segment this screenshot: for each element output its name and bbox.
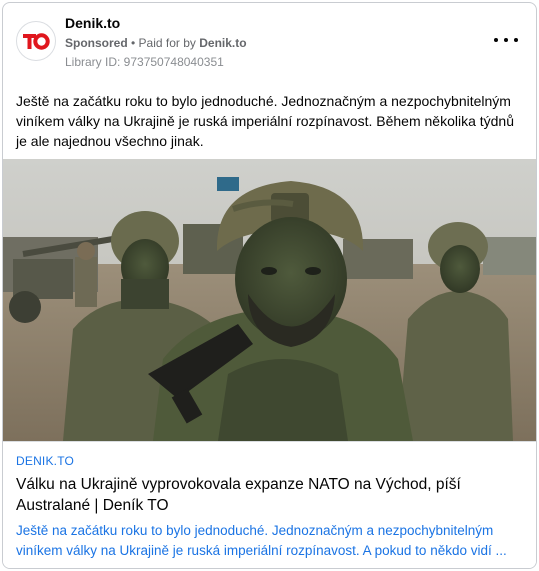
more-horizontal-icon xyxy=(494,38,498,42)
sponsored-line: Sponsored • Paid for by Denik.to xyxy=(65,36,247,50)
page-avatar[interactable] xyxy=(16,21,56,61)
link-description[interactable]: Ještě na začátku roku to bylo jednoduché… xyxy=(16,521,526,561)
denik-to-logo xyxy=(20,25,52,57)
page-name[interactable]: Denik.to xyxy=(65,15,120,31)
link-domain: DENIK.TO xyxy=(16,454,75,468)
post-text: Ještě na začátku roku to bylo jednoduché… xyxy=(16,93,515,149)
link-preview[interactable]: DENIK.TO Válku na Ukrajině vyprovokovala… xyxy=(3,441,536,568)
meta-separator: • xyxy=(127,36,139,50)
ad-header: Denik.to Sponsored • Paid for by Denik.t… xyxy=(3,3,536,79)
post-image[interactable] xyxy=(3,159,536,441)
more-horizontal-icon xyxy=(514,38,518,42)
sponsored-label: Sponsored xyxy=(65,36,128,50)
soldiers-photo xyxy=(3,159,536,441)
more-horizontal-icon xyxy=(504,38,508,42)
library-id: Library ID: 973750748040351 xyxy=(65,55,224,69)
more-options-button[interactable] xyxy=(494,31,518,49)
paid-for-by[interactable]: Denik.to xyxy=(199,36,246,50)
ad-card: Denik.to Sponsored • Paid for by Denik.t… xyxy=(2,2,537,569)
link-title[interactable]: Válku na Ukrajině vyprovokovala expanze … xyxy=(16,474,521,516)
paid-for-prefix: Paid for by xyxy=(138,36,200,50)
